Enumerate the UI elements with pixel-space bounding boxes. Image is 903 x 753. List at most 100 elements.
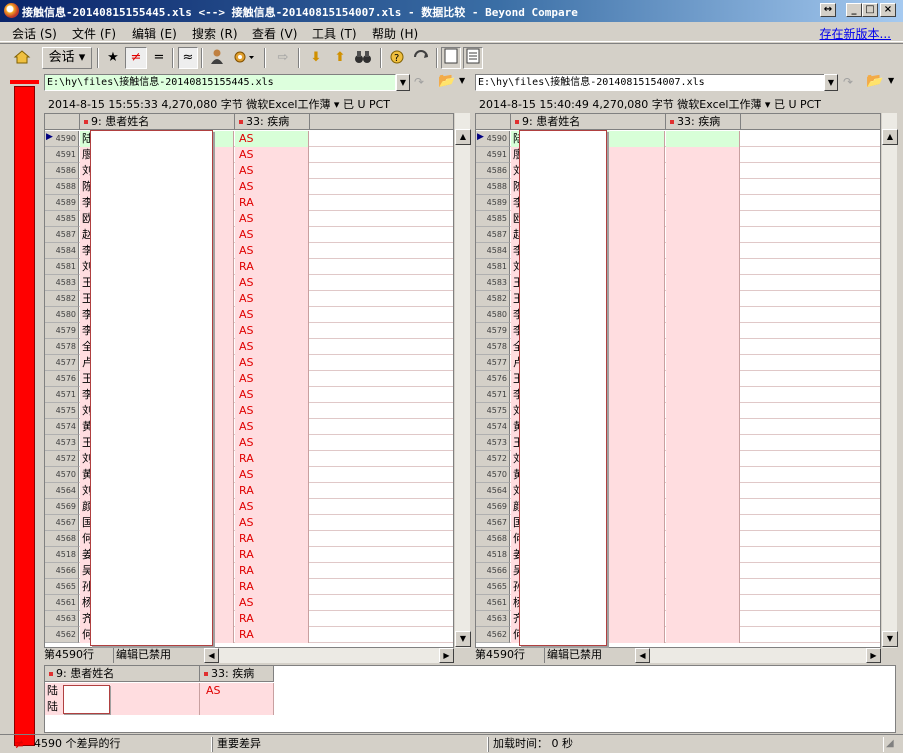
left-folder-dropdown[interactable]: ▼ xyxy=(459,76,465,85)
cell-disease[interactable]: RA xyxy=(235,579,309,595)
menu-edit[interactable]: 编辑 (E) xyxy=(132,25,177,42)
refresh-icon[interactable] xyxy=(410,47,432,69)
swap-icon[interactable]: ? xyxy=(386,47,408,69)
cell-disease[interactable] xyxy=(666,611,740,627)
cell-disease[interactable]: AS xyxy=(235,435,309,451)
scroll-down-icon[interactable]: ▼ xyxy=(455,631,471,647)
swap-sides-button[interactable]: ↔ xyxy=(820,3,836,17)
minimize-button[interactable]: _ xyxy=(846,3,862,17)
cell-disease[interactable]: AS xyxy=(235,387,309,403)
cell-disease[interactable] xyxy=(666,515,740,531)
cell-disease[interactable]: AS xyxy=(235,515,309,531)
cell-disease[interactable] xyxy=(666,467,740,483)
cell-disease[interactable] xyxy=(666,563,740,579)
details-icon[interactable] xyxy=(441,47,461,69)
left-col-name-header[interactable]: 9: 患者姓名 xyxy=(80,114,235,130)
cell-disease[interactable]: AS xyxy=(235,307,309,323)
left-col-disease-header[interactable]: 33: 疾病 xyxy=(235,114,310,130)
cell-disease[interactable]: RA xyxy=(235,195,309,211)
next-arrow-icon[interactable]: ⇨ xyxy=(272,47,294,69)
new-version-link[interactable]: 存在新版本... xyxy=(820,25,891,42)
up-arrow-icon[interactable]: ⬆ xyxy=(330,47,350,69)
cell-disease[interactable]: RA xyxy=(235,627,309,643)
cell-disease[interactable] xyxy=(666,435,740,451)
cell-disease[interactable] xyxy=(666,323,740,339)
cell-disease[interactable] xyxy=(666,499,740,515)
menu-view[interactable]: 查看 (V) xyxy=(252,25,297,42)
cell-disease[interactable]: AS xyxy=(235,131,309,147)
cell-disease[interactable] xyxy=(666,483,740,499)
scroll-up-icon[interactable]: ▲ xyxy=(882,129,898,145)
cell-disease[interactable] xyxy=(666,403,740,419)
scroll-left-icon[interactable]: ◀ xyxy=(635,648,650,663)
cell-disease[interactable]: AS xyxy=(235,147,309,163)
left-path-dropdown[interactable]: ▼ xyxy=(396,74,410,91)
right-folder-icon[interactable]: 📂 xyxy=(866,73,883,89)
cell-disease[interactable] xyxy=(666,531,740,547)
cell-disease[interactable]: AS xyxy=(235,291,309,307)
cell-disease[interactable] xyxy=(666,419,740,435)
cell-disease[interactable] xyxy=(666,339,740,355)
scroll-up-icon[interactable]: ▲ xyxy=(455,129,471,145)
cell-disease[interactable] xyxy=(666,547,740,563)
cell-disease[interactable] xyxy=(666,195,740,211)
cell-disease[interactable] xyxy=(666,163,740,179)
left-back-icon[interactable]: ↷ xyxy=(414,75,424,89)
right-col-name-header[interactable]: 9: 患者姓名 xyxy=(511,114,666,130)
cell-disease[interactable]: RA xyxy=(235,483,309,499)
cell-disease[interactable] xyxy=(666,227,740,243)
cell-disease[interactable]: AS xyxy=(235,211,309,227)
diffs-filter-button[interactable]: ≠ xyxy=(125,47,147,69)
cell-disease[interactable]: AS xyxy=(235,403,309,419)
cell-disease[interactable]: AS xyxy=(235,243,309,259)
cell-disease[interactable]: AS xyxy=(235,227,309,243)
diff-overview-bar[interactable] xyxy=(8,76,41,750)
cell-disease[interactable]: AS xyxy=(235,595,309,611)
cell-disease[interactable]: RA xyxy=(235,451,309,467)
cell-disease[interactable] xyxy=(666,243,740,259)
all-filter-button[interactable]: ★ xyxy=(103,47,123,69)
menu-help[interactable]: 帮助 (H) xyxy=(372,25,418,42)
rules-button[interactable]: ≈ xyxy=(178,47,198,69)
list-view-icon[interactable] xyxy=(463,47,483,69)
cell-disease[interactable]: RA xyxy=(235,259,309,275)
binoculars-icon[interactable] xyxy=(352,47,374,69)
right-back-icon[interactable]: ↷ xyxy=(843,75,853,89)
cell-disease[interactable]: AS xyxy=(235,419,309,435)
menu-file[interactable]: 文件 (F) xyxy=(72,25,116,42)
cell-disease[interactable] xyxy=(666,307,740,323)
cell-disease[interactable]: AS xyxy=(235,323,309,339)
left-folder-icon[interactable]: 📂 xyxy=(438,73,455,89)
cell-disease[interactable] xyxy=(666,627,740,643)
cell-disease[interactable] xyxy=(666,211,740,227)
cell-disease[interactable] xyxy=(666,131,740,147)
cell-disease[interactable]: RA xyxy=(235,547,309,563)
cell-disease[interactable] xyxy=(666,179,740,195)
close-button[interactable]: × xyxy=(880,3,896,17)
menu-search[interactable]: 搜索 (R) xyxy=(192,25,238,42)
settings-icon[interactable] xyxy=(230,47,258,69)
menu-session[interactable]: 会话 (S) xyxy=(12,25,57,42)
same-filter-button[interactable]: = xyxy=(149,47,169,69)
right-path-input[interactable]: E:\hy\files\接触信息-20140815154007.xls xyxy=(475,74,838,91)
scroll-down-icon[interactable]: ▼ xyxy=(882,631,898,647)
cell-disease[interactable]: AS xyxy=(235,499,309,515)
right-col-disease-header[interactable]: 33: 疾病 xyxy=(666,114,741,130)
right-vertical-scrollbar[interactable]: ▲ ▼ xyxy=(881,113,898,648)
right-horizontal-scrollbar[interactable]: ◀ ▶ xyxy=(635,648,881,663)
left-vertical-scrollbar[interactable]: ▲ ▼ xyxy=(454,113,471,648)
right-path-dropdown[interactable]: ▼ xyxy=(824,74,838,91)
cell-disease[interactable]: AS xyxy=(235,339,309,355)
cell-disease[interactable]: RA xyxy=(235,563,309,579)
right-folder-dropdown[interactable]: ▼ xyxy=(888,76,894,85)
cell-disease[interactable] xyxy=(666,275,740,291)
cell-disease[interactable] xyxy=(666,291,740,307)
maximize-button[interactable]: □ xyxy=(862,3,878,17)
cell-disease[interactable] xyxy=(666,451,740,467)
cell-disease[interactable]: AS xyxy=(235,355,309,371)
home-icon[interactable] xyxy=(10,47,34,69)
cell-disease[interactable]: AS xyxy=(235,179,309,195)
scroll-right-icon[interactable]: ▶ xyxy=(866,648,881,663)
session-dropdown-button[interactable]: 会话 ▾ xyxy=(42,47,92,69)
left-path-input[interactable]: E:\hy\files\接触信息-20140815155445.xls xyxy=(44,74,396,91)
